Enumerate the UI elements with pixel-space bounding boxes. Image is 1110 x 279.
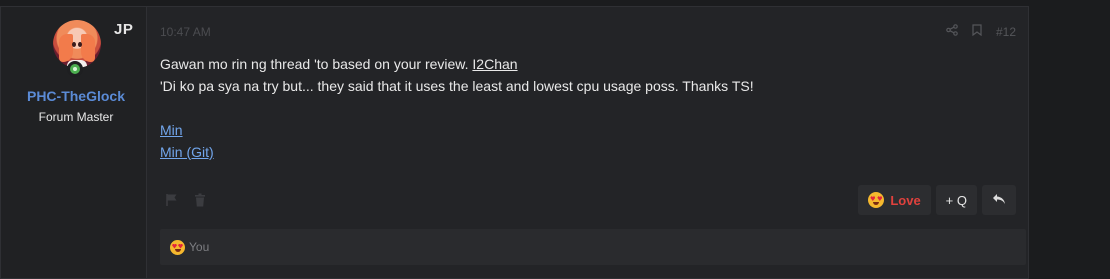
post-footer-actions: Love + Q	[858, 185, 1016, 215]
post-body: Gawan mo rin ng thread 'to based on your…	[160, 53, 754, 163]
delete-trash-icon[interactable]	[194, 193, 208, 207]
online-status-icon	[67, 61, 83, 77]
username-link[interactable]: PHC-TheGlock	[1, 88, 151, 104]
min-link[interactable]: Min	[160, 122, 183, 138]
post-footer-left	[166, 193, 208, 207]
love-reaction-button[interactable]: Love	[858, 185, 931, 215]
min-git-link[interactable]: Min (Git)	[160, 144, 214, 160]
heart-eyes-emoji-icon	[868, 192, 885, 208]
post-timestamp[interactable]: 10:47 AM	[160, 25, 211, 39]
forum-post: JP PHC-TheGlock Forum Master 10:47 AM #1…	[0, 6, 1029, 279]
mention-link[interactable]: I2Chan	[472, 56, 517, 72]
share-icon[interactable]	[946, 24, 958, 39]
reactions-bar[interactable]: You	[160, 229, 1026, 265]
love-label: Love	[890, 192, 921, 208]
heart-eyes-emoji-icon	[170, 239, 185, 255]
post-line-1-text: Gawan mo rin ng thread 'to based on your…	[160, 56, 473, 72]
post-number[interactable]: #12	[996, 25, 1016, 39]
user-info-column: JP PHC-TheGlock Forum Master	[1, 7, 147, 278]
post-header-actions: #12	[946, 24, 1016, 39]
post-main: 10:47 AM #12 Gawan mo rin ng thread 'to …	[148, 7, 1028, 278]
reactions-summary: You	[189, 240, 210, 254]
user-initials: JP	[114, 21, 134, 38]
report-flag-icon[interactable]	[166, 193, 180, 207]
multi-quote-button[interactable]: + Q	[935, 185, 977, 215]
reply-button[interactable]	[982, 185, 1016, 215]
post-line-2: 'Di ko pa sya na try but... they said th…	[160, 78, 754, 94]
post-line-1: Gawan mo rin ng thread 'to based on your…	[160, 53, 754, 75]
reply-icon	[992, 193, 1006, 208]
bookmark-icon[interactable]	[972, 24, 982, 39]
user-title: Forum Master	[38, 110, 114, 124]
